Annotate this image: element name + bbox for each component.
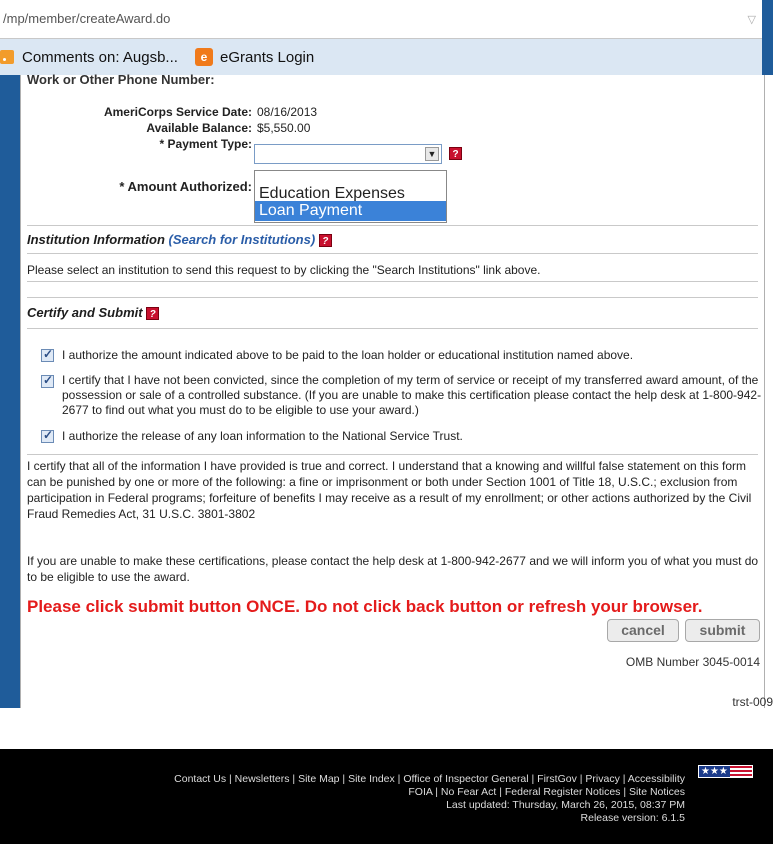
help-icon[interactable]: ?	[318, 234, 332, 247]
address-bar[interactable]: /mp/member/createAward.do ▽	[0, 0, 762, 39]
page-background-left	[0, 75, 20, 749]
award-form: Work or Other Phone Number: AmeriCorps S…	[20, 72, 765, 708]
url-text[interactable]: /mp/member/createAward.do	[3, 11, 170, 26]
footer-nav-links-2[interactable]: FOIA | No Fear Act | Federal Register No…	[0, 786, 685, 799]
last-updated: Last updated: Thursday, March 26, 2015, …	[446, 799, 685, 811]
footer-nav-links[interactable]: Contact Us | Newsletters | Site Map | Si…	[0, 773, 685, 786]
bookmarks-bar: Comments on: Augsb... e eGrants Login	[0, 39, 762, 76]
service-date-value: 08/16/2013	[257, 105, 318, 119]
bookmark-label: Comments on: Augsb...	[22, 48, 178, 66]
browser-window: /mp/member/createAward.do ▽ Comments on:…	[0, 0, 773, 844]
certify-checkbox-3[interactable]	[41, 428, 54, 443]
page-gap	[0, 708, 773, 749]
divider	[27, 281, 758, 282]
balance-label: Available Balance:	[146, 121, 252, 135]
cancel-button[interactable]: cancel	[607, 619, 679, 642]
payment-type-dropdown: Education Expenses Loan Payment	[254, 170, 447, 223]
payment-type-select[interactable]: ▼	[254, 144, 442, 164]
divider	[27, 253, 758, 254]
institution-heading: Institution Information (Search for Inst…	[27, 232, 332, 247]
divider	[27, 225, 758, 226]
release-version: Release version: 6.1.5	[580, 812, 685, 824]
payment-type-label: * Payment Type:	[159, 137, 252, 151]
bookmark-comments[interactable]: Comments on: Augsb...	[0, 48, 178, 66]
institution-heading-text: Institution Information	[27, 232, 165, 247]
submit-button[interactable]: submit	[685, 619, 760, 642]
balance-value: $5,550.00	[257, 121, 311, 135]
help-paragraph: If you are unable to make these certific…	[27, 554, 759, 584]
institution-instruction: Please select an institution to send thi…	[27, 263, 541, 277]
submit-warning: Please click submit button ONCE. Do not …	[27, 597, 703, 616]
service-date-label: AmeriCorps Service Date:	[103, 105, 252, 119]
flag-icon: ★★★	[698, 765, 753, 778]
divider	[27, 454, 758, 455]
certify-text-3: I authorize the release of any loan info…	[62, 429, 463, 443]
amount-label: * Amount Authorized:	[119, 179, 252, 194]
omb-number: OMB Number 3045-0014	[625, 655, 760, 669]
divider	[27, 328, 758, 329]
help-icon[interactable]: ?	[146, 307, 160, 320]
chevron-down-icon[interactable]: ▽	[748, 13, 756, 26]
bookmark-egrants[interactable]: e eGrants Login	[195, 48, 314, 66]
site-footer: ★★★ Contact Us | Newsletters | Site Map …	[0, 749, 773, 844]
certify-heading-text: Certify and Submit	[27, 305, 143, 320]
certification-paragraph: I certify that all of the information I …	[27, 459, 752, 521]
certify-checkbox-2[interactable]	[41, 373, 54, 388]
bookmark-label: eGrants Login	[220, 48, 315, 66]
phone-label: Work or Other Phone Number:	[27, 72, 215, 87]
page-id: trst-009	[732, 695, 773, 709]
chevron-down-icon[interactable]: ▼	[425, 147, 439, 161]
rss-icon	[0, 50, 14, 64]
help-icon[interactable]: ?	[449, 147, 462, 160]
certify-text-2: I certify that I have not been convicted…	[62, 373, 762, 417]
egrants-icon: e	[195, 48, 213, 66]
certify-checkbox-1[interactable]	[41, 347, 54, 362]
footer-links: Contact Us | Newsletters | Site Map | Si…	[0, 773, 685, 825]
certify-text-1: I authorize the amount indicated above t…	[62, 348, 634, 362]
certify-heading: Certify and Submit ?	[27, 305, 160, 320]
search-institutions-link[interactable]: (Search for Institutions)	[169, 232, 316, 247]
divider	[27, 297, 758, 298]
option-loan-payment[interactable]: Loan Payment	[255, 201, 446, 221]
